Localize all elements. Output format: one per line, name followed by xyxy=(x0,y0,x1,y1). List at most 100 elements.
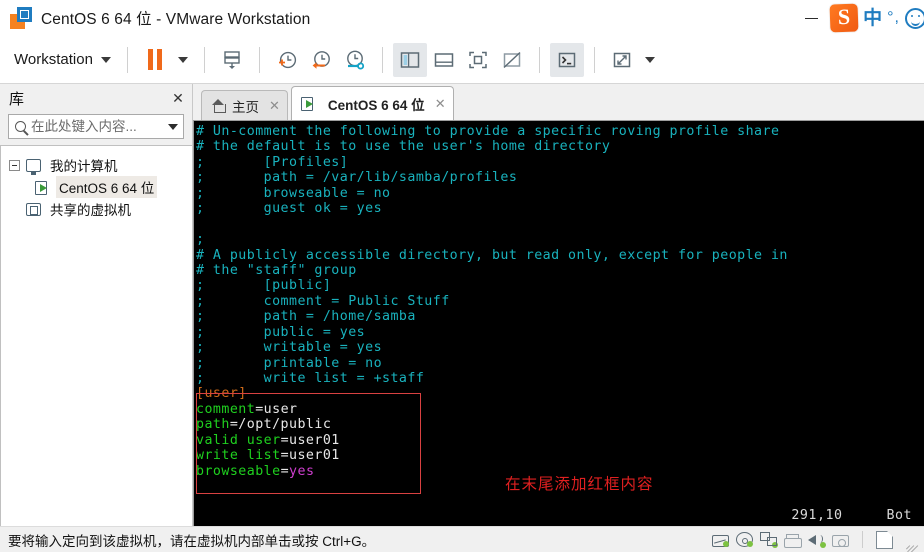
pause-button[interactable] xyxy=(138,43,172,77)
ime-floating-bar[interactable]: S 中 °, xyxy=(828,2,924,34)
toolbar-divider xyxy=(126,46,128,73)
stretch-dropdown-button[interactable] xyxy=(639,43,661,77)
terminal-line: # Un-comment the following to provide a … xyxy=(196,124,780,139)
pause-dropdown-button[interactable] xyxy=(172,43,194,77)
toolbar-divider xyxy=(593,46,595,73)
close-icon[interactable]: ✕ xyxy=(269,98,280,114)
tab-strip: 主页 ✕ CentOS 6 64 位 ✕ xyxy=(193,84,924,120)
snapshot-revert-clock-icon xyxy=(312,50,330,69)
stretch-guest-button[interactable] xyxy=(605,43,639,77)
title-bar: CentOS 6 64 位 - VMware Workstation S 中 °… xyxy=(0,0,924,36)
hard-disk-icon[interactable] xyxy=(712,534,729,547)
vm-console[interactable]: # Un-comment the following to provide a … xyxy=(193,120,924,526)
tab-label: 主页 xyxy=(232,99,259,115)
pause-icon xyxy=(147,49,162,70)
camera-icon[interactable] xyxy=(832,534,849,547)
library-header: 库 ✕ xyxy=(0,84,192,112)
vm-powered-on-icon xyxy=(300,97,316,111)
thumbnail-bar-icon xyxy=(434,52,454,67)
my-computer-icon xyxy=(26,158,41,175)
terminal-line: path=/opt/public xyxy=(196,417,332,433)
tree-item-shared-vms[interactable]: 共享的虚拟机 xyxy=(1,198,192,220)
search-input[interactable] xyxy=(31,119,165,134)
status-bar: 要将输入定向到该虚拟机，请在虚拟机内部单击或按 Ctrl+G。 xyxy=(0,526,924,552)
status-divider xyxy=(862,531,863,548)
toolbar-divider xyxy=(258,46,260,73)
window-title: CentOS 6 64 位 - VMware Workstation xyxy=(41,11,311,28)
vim-scroll-position: Bot xyxy=(886,508,912,523)
tree-item-my-computer[interactable]: 我的计算机 xyxy=(1,154,192,176)
library-panel-icon xyxy=(400,51,420,68)
sogou-logo-icon[interactable]: S xyxy=(829,3,859,33)
chevron-down-icon[interactable] xyxy=(168,123,178,130)
cd-dvd-icon[interactable] xyxy=(736,532,753,547)
tab-centos-vm[interactable]: CentOS 6 64 位 ✕ xyxy=(290,86,454,120)
ime-mode-toggle[interactable]: 中 xyxy=(863,9,882,28)
tab-label: CentOS 6 64 位 xyxy=(327,97,425,113)
terminal-line: ; browseable = no xyxy=(196,185,391,201)
ime-punctuation-toggle[interactable]: °, xyxy=(887,10,900,26)
status-message: 要将输入定向到该虚拟机，请在虚拟机内部单击或按 Ctrl+G。 xyxy=(8,533,376,549)
shared-vms-icon xyxy=(26,202,41,216)
sound-card-icon[interactable] xyxy=(808,532,826,548)
suspend-button[interactable] xyxy=(215,43,249,77)
tree-item-label: 我的计算机 xyxy=(50,159,118,174)
terminal-line: ; path = /var/lib/samba/profiles xyxy=(196,170,518,186)
tree-item-label: 共享的虚拟机 xyxy=(50,203,131,218)
library-title: 库 xyxy=(9,90,25,108)
main-toolbar: Workstation xyxy=(0,36,924,84)
terminal-line: ; write list = +staff xyxy=(196,371,425,386)
content-area: 主页 ✕ CentOS 6 64 位 ✕ # Un-comment the fo… xyxy=(193,84,924,526)
printer-icon[interactable] xyxy=(784,533,802,548)
show-library-button[interactable] xyxy=(392,42,427,77)
removable-device-icon[interactable] xyxy=(876,530,893,549)
terminal-line: ; [public] xyxy=(196,278,332,294)
snapshot-manager-button[interactable] xyxy=(338,43,372,77)
revert-snapshot-button[interactable] xyxy=(304,43,338,77)
close-icon[interactable]: ✕ xyxy=(170,91,186,105)
terminal-line: ; writable = yes xyxy=(196,340,383,356)
snapshot-add-clock-icon xyxy=(278,51,297,68)
library-tree[interactable]: 我的计算机 CentOS 6 64 位 共享的虚拟机 xyxy=(0,145,192,526)
resize-grip[interactable] xyxy=(904,533,919,552)
vmware-logo-icon xyxy=(10,7,32,29)
terminal-line: ; [Profiles] xyxy=(196,154,349,170)
console-prompt-icon xyxy=(558,52,576,67)
stretch-arrows-icon xyxy=(613,52,631,67)
collapse-expander-icon[interactable] xyxy=(9,159,20,171)
terminal-line: [user] xyxy=(196,386,247,402)
terminal-line: # the "staff" group xyxy=(196,262,357,278)
terminal-line: ; path = /home/samba xyxy=(196,309,416,325)
tree-item-label: CentOS 6 64 位 xyxy=(56,176,158,198)
toolbar-divider xyxy=(203,46,205,73)
network-adapter-icon[interactable] xyxy=(760,532,778,548)
minimize-button[interactable] xyxy=(788,0,834,36)
close-icon[interactable]: ✕ xyxy=(435,96,446,112)
show-thumbnail-bar-button[interactable] xyxy=(427,43,461,77)
library-sidebar: 库 ✕ 我的计算机 CentOS 6 64 位 xyxy=(0,84,193,526)
terminal-line: ; printable = no xyxy=(196,355,383,371)
fullscreen-icon xyxy=(469,51,487,68)
annotation-text: 在末尾添加红框内容 xyxy=(505,476,654,493)
home-icon xyxy=(211,99,226,113)
minimize-icon xyxy=(804,17,818,19)
take-snapshot-button[interactable] xyxy=(270,43,304,77)
device-status-icons xyxy=(712,530,922,552)
smiley-icon[interactable] xyxy=(905,7,924,29)
tab-home[interactable]: 主页 ✕ xyxy=(201,90,288,120)
tree-item-centos-vm[interactable]: CentOS 6 64 位 xyxy=(1,176,192,198)
full-screen-button[interactable] xyxy=(461,43,495,77)
snapshot-manager-wrench-clock-icon xyxy=(347,50,365,69)
vim-cursor-position: 291,10 xyxy=(791,508,843,523)
console-button[interactable] xyxy=(549,42,584,77)
terminal-text: # Un-comment the following to provide a … xyxy=(194,121,924,526)
chevron-down-icon xyxy=(644,56,655,63)
unity-mode-button[interactable] xyxy=(495,43,529,77)
terminal-line: ; comment = Public Stuff xyxy=(196,293,450,309)
chevron-down-icon xyxy=(100,56,111,63)
window-body: 库 ✕ 我的计算机 CentOS 6 64 位 xyxy=(0,84,924,526)
terminal-line: # A publicly accessible directory, but r… xyxy=(196,247,788,263)
workstation-menu-button[interactable]: Workstation xyxy=(12,47,117,72)
library-search-box[interactable] xyxy=(8,114,184,139)
